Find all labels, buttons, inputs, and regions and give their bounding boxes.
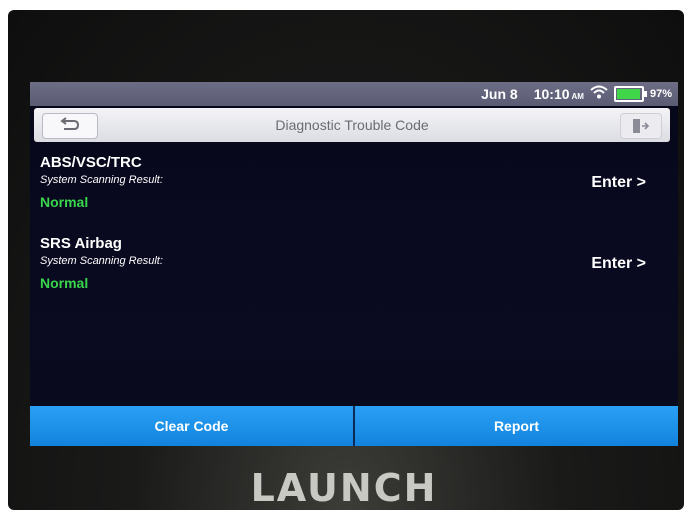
status-time: 10:10 AM (533, 85, 584, 102)
title-bar: Diagnostic Trouble Code (34, 108, 670, 142)
battery-icon (613, 85, 647, 102)
report-button[interactable]: Report (353, 406, 678, 446)
battery-percent: 97% (649, 87, 672, 100)
bottom-action-bar: Clear Code Report (30, 406, 678, 446)
wifi-icon (590, 85, 608, 102)
device-brand-logo: LAUNCH (250, 466, 438, 510)
system-name: ABS/VSC/TRC (40, 154, 142, 171)
system-name: SRS Airbag (40, 235, 122, 252)
enter-button-srs[interactable]: Enter > (591, 255, 646, 273)
system-status: Normal (40, 275, 89, 291)
status-bar: Jun 8 10:10 AM 97% (30, 82, 678, 106)
clear-code-button[interactable]: Clear Code (30, 406, 353, 446)
system-subtitle: System Scanning Result: (40, 174, 163, 186)
status-date: Jun 8 (481, 85, 518, 102)
page-title: Diagnostic Trouble Code (275, 117, 429, 133)
system-item-srs: SRS Airbag System Scanning Result: Norma… (40, 235, 668, 311)
system-item-abs: ABS/VSC/TRC System Scanning Result: Norm… (40, 154, 668, 230)
system-subtitle: System Scanning Result: (40, 255, 163, 267)
tablet-screen: Jun 8 10:10 AM 97% Diagnostic Trouble Cod… (30, 82, 678, 446)
system-status: Normal (40, 194, 89, 210)
exit-button[interactable] (620, 113, 662, 139)
exit-icon (633, 119, 650, 133)
enter-button-abs[interactable]: Enter > (591, 174, 646, 192)
